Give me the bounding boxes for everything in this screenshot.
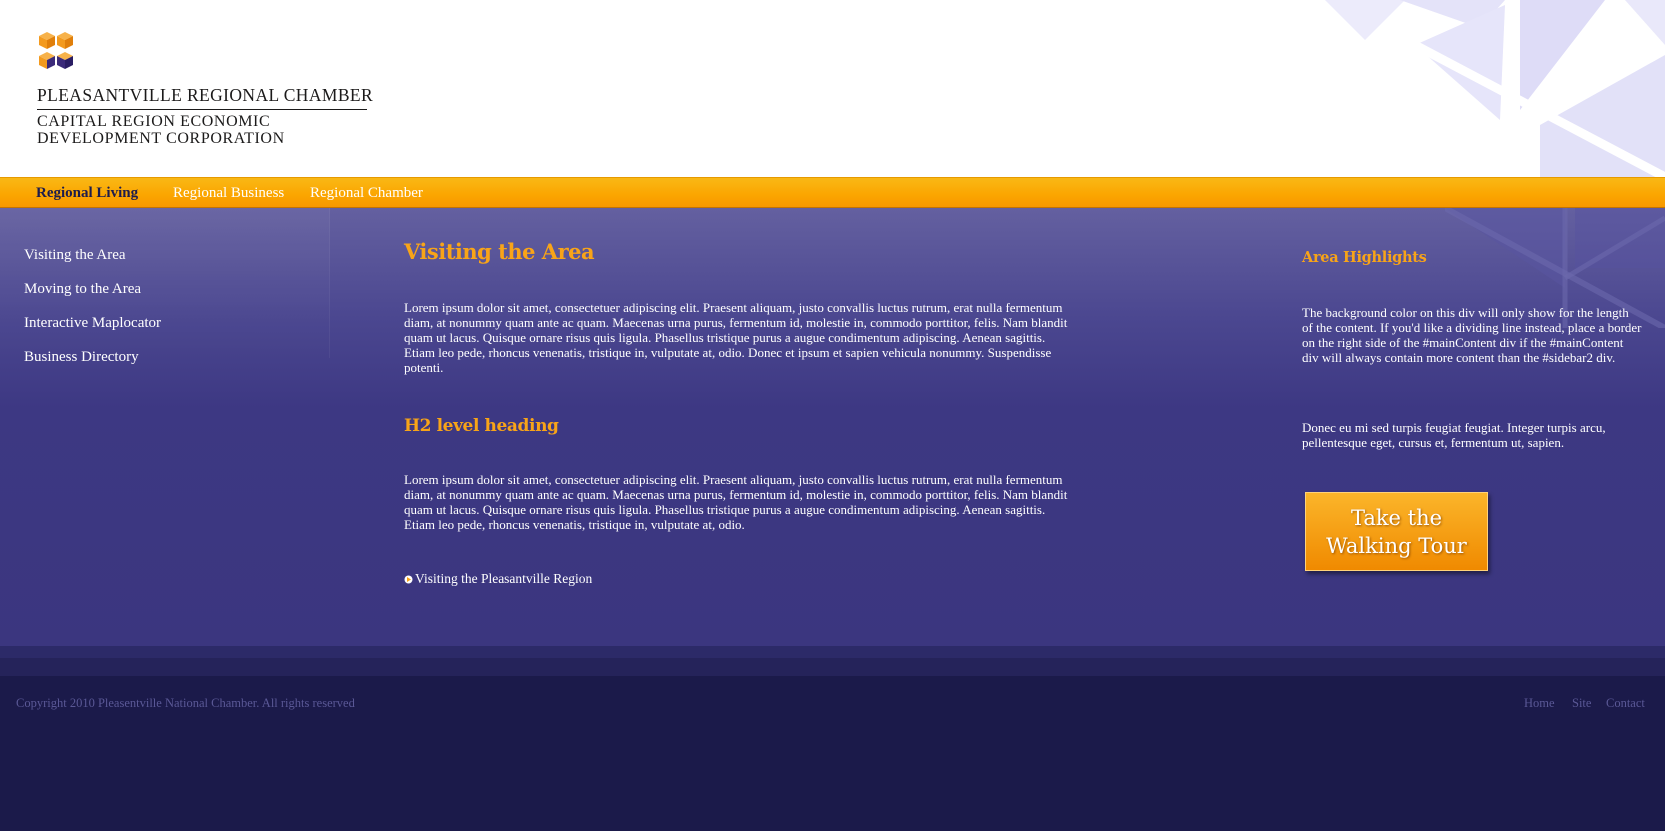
main-content-area: Visiting the Area Moving to the Area Int… xyxy=(0,208,1665,646)
sidebar-item-business-directory[interactable]: Business Directory xyxy=(24,349,139,366)
intro-paragraph: Lorem ipsum dolor sit amet, consectetuer… xyxy=(404,300,1068,375)
visiting-region-link-label: Visiting the Pleasantville Region xyxy=(415,571,593,586)
sidebar-item-moving-to-the-area[interactable]: Moving to the Area xyxy=(24,281,141,298)
area-highlights-paragraph-1: The background color on this div will on… xyxy=(1302,305,1642,365)
decorative-triangles xyxy=(1325,0,1665,177)
footer-link-site[interactable]: Site xyxy=(1572,696,1591,711)
sidebar-navigation: Visiting the Area Moving to the Area Int… xyxy=(0,208,330,365)
walking-tour-button[interactable]: Take the Walking Tour xyxy=(1305,492,1488,571)
site-footer: Copyright 2010 Pleasentville National Ch… xyxy=(0,676,1665,831)
brand-subtitle-line-2: DEVELOPMENT CORPORATION xyxy=(37,130,285,147)
footer-divider-inner xyxy=(0,658,1665,676)
section-paragraph: Lorem ipsum dolor sit amet, consectetuer… xyxy=(404,472,1068,532)
footer-link-contact[interactable]: Contact xyxy=(1606,696,1645,711)
walking-tour-button-line-1: Take the xyxy=(1350,505,1443,530)
bullet-arrow-icon xyxy=(404,575,413,583)
brand-subtitle-line-1: CAPITAL REGION ECONOMIC xyxy=(37,113,271,130)
main-navigation: Regional Living Regional Business Region… xyxy=(0,177,1665,208)
visiting-region-link[interactable]: Visiting the Pleasantville Region xyxy=(404,571,592,587)
walking-tour-button-line-2: Walking Tour xyxy=(1326,533,1467,558)
footer-divider-band xyxy=(0,646,1665,676)
area-highlights-title: Area Highlights xyxy=(1302,249,1427,266)
area-highlights-paragraph-2: Donec eu mi sed turpis feugiat feugiat. … xyxy=(1302,420,1606,450)
page-title: Visiting the Area xyxy=(404,239,595,264)
site-header: PLEASANTVILLE REGIONAL CHAMBER CAPITAL R… xyxy=(0,0,1665,177)
nav-item-regional-living[interactable]: Regional Living xyxy=(36,185,138,202)
section-heading: H2 level heading xyxy=(404,416,559,436)
sidebar-item-interactive-maplocator[interactable]: Interactive Maplocator xyxy=(24,315,161,332)
copyright-text: Copyright 2010 Pleasentville National Ch… xyxy=(16,696,355,710)
sidebar-item-visiting-the-area[interactable]: Visiting the Area xyxy=(24,247,126,264)
brand-name: PLEASANTVILLE REGIONAL CHAMBER xyxy=(37,85,373,110)
footer-link-home[interactable]: Home xyxy=(1524,696,1555,711)
nav-item-regional-business[interactable]: Regional Business xyxy=(173,185,284,202)
nav-item-regional-chamber[interactable]: Regional Chamber xyxy=(310,185,423,202)
cube-logo-icon[interactable] xyxy=(35,30,77,72)
